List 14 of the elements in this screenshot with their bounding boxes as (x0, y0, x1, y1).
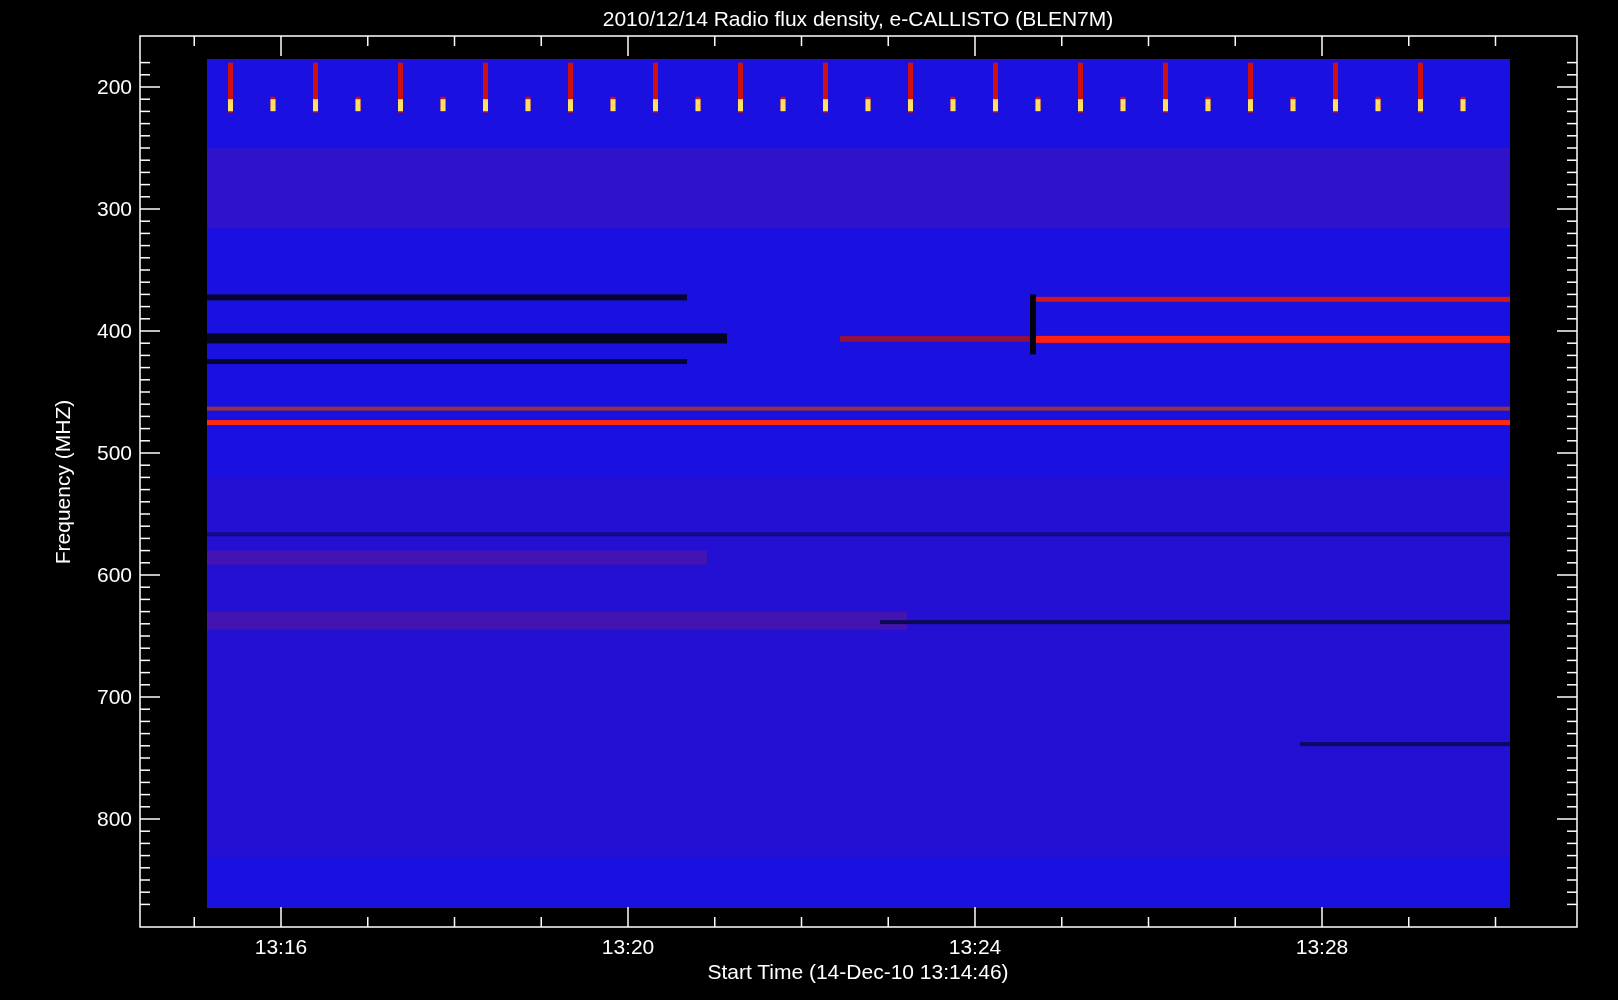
y-tick-label: 200 (96, 75, 132, 98)
y-tick-label: 500 (96, 441, 132, 464)
y-tick-label: 400 (96, 319, 132, 342)
x-tick-label: 13:28 (1295, 935, 1349, 958)
x-tick-label: 13:20 (601, 935, 655, 958)
y-tick-label: 700 (96, 685, 132, 708)
y-axis-label: Frequency (MHZ) (51, 399, 74, 565)
x-tick-label: 13:24 (948, 935, 1002, 958)
x-axis-label: Start Time (14-Dec-10 13:14:46) (707, 960, 1009, 983)
x-tick-label: 13:16 (254, 935, 308, 958)
chart-title: 2010/12/14 Radio flux density, e-CALLISTO (BLEN7M) (602, 7, 1114, 30)
y-tick-label: 800 (96, 807, 132, 830)
y-tick-label: 300 (96, 197, 132, 220)
y-tick-label: 600 (96, 563, 132, 586)
